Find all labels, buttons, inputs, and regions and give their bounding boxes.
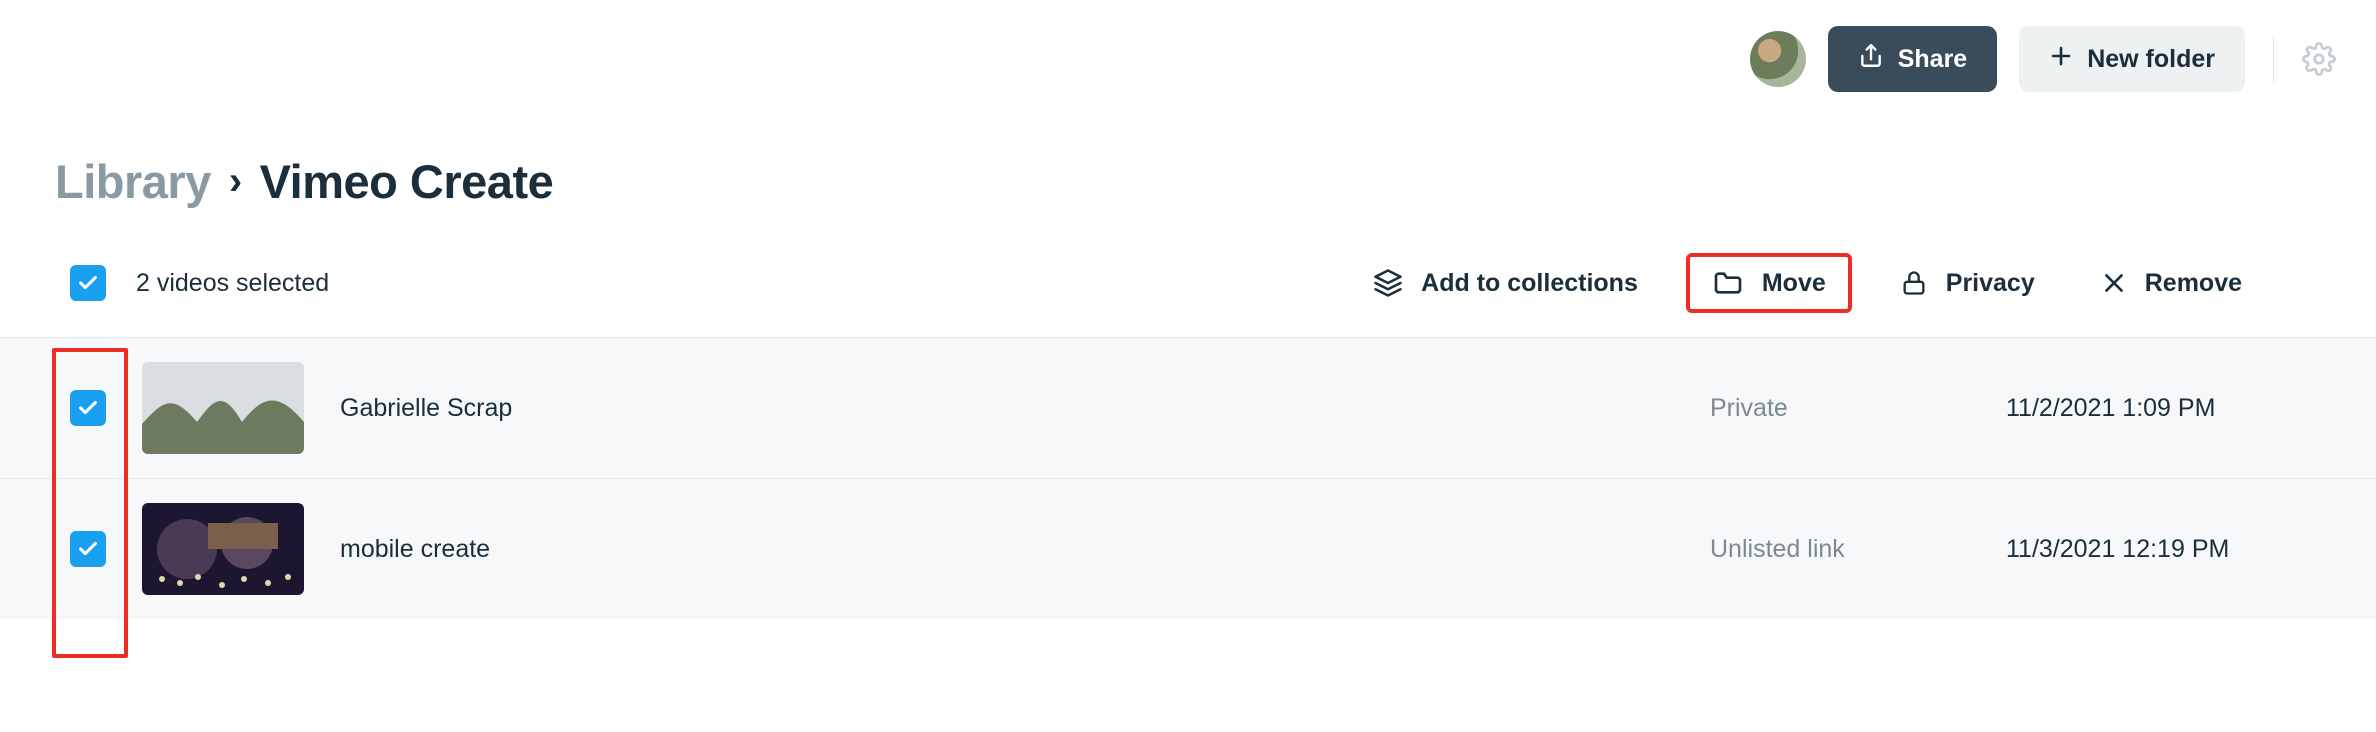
new-folder-button[interactable]: New folder [2019,26,2245,92]
video-title: mobile create [340,535,490,564]
share-button[interactable]: Share [1828,26,1997,92]
video-thumbnail[interactable] [142,503,304,595]
video-date: 11/2/2021 1:09 PM [2006,394,2316,423]
rows-wrap: Gabrielle Scrap Private 11/2/2021 1:09 P… [0,338,2376,619]
page-title: Vimeo Create [260,154,554,209]
new-folder-button-label: New folder [2087,45,2215,74]
privacy-action[interactable]: Privacy [1882,255,2053,312]
header-toolbar: Share New folder [0,0,2376,92]
remove-action[interactable]: Remove [2083,255,2260,312]
add-to-collections-label: Add to collections [1421,269,1638,298]
select-all-checkbox[interactable] [70,265,106,301]
video-title: Gabrielle Scrap [340,394,512,423]
close-icon [2101,270,2127,296]
share-button-label: Share [1898,45,1967,74]
remove-label: Remove [2145,269,2242,298]
breadcrumb-root[interactable]: Library [55,154,211,209]
move-action[interactable]: Move [1686,253,1852,313]
row-checkbox[interactable] [70,531,106,567]
collections-icon [1373,268,1403,298]
avatar[interactable] [1750,31,1806,87]
video-date: 11/3/2021 12:19 PM [2006,535,2316,564]
chevron-right-icon: › [229,159,242,204]
plus-icon [2049,44,2073,75]
table-row[interactable]: mobile create Unlisted link 11/3/2021 12… [0,479,2376,619]
video-thumbnail[interactable] [142,362,304,454]
row-checkbox[interactable] [70,390,106,426]
header-divider [2273,36,2274,82]
table-row[interactable]: Gabrielle Scrap Private 11/2/2021 1:09 P… [0,338,2376,479]
lock-icon [1900,269,1928,297]
selection-bar: 2 videos selected Add to collections Mov… [0,217,2376,338]
share-icon [1858,43,1884,76]
gear-icon[interactable] [2302,42,2336,76]
breadcrumb: Library › Vimeo Create [0,92,2376,217]
video-privacy: Private [1710,394,1970,423]
selection-summary: 2 videos selected [136,269,329,298]
folder-icon [1712,267,1744,299]
video-privacy: Unlisted link [1710,535,1970,564]
video-rows: Gabrielle Scrap Private 11/2/2021 1:09 P… [0,338,2376,619]
add-to-collections-action[interactable]: Add to collections [1355,254,1656,312]
move-label: Move [1762,269,1826,298]
privacy-label: Privacy [1946,269,2035,298]
